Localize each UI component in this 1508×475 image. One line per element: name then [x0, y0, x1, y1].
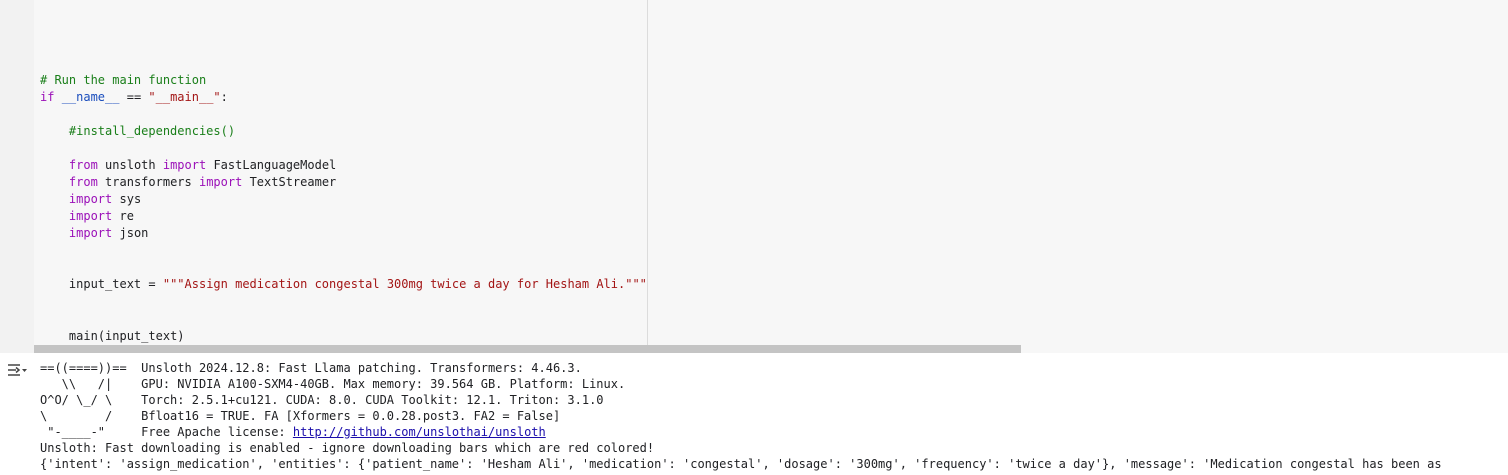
module-token: sys — [119, 192, 142, 206]
code-line-import-json: import json — [40, 225, 149, 242]
comment-token: #install_dependencies() — [68, 124, 236, 138]
code-line-import-sys: import sys — [40, 191, 141, 208]
unsloth-github-link[interactable]: http://github.com/unslothai/unsloth — [293, 425, 546, 439]
output-fast-download-line: Unsloth: Fast downloading is enabled - i… — [40, 441, 655, 455]
notebook-page: # Run the main function if __name__ == "… — [0, 0, 1508, 475]
operator-token: = — [148, 277, 156, 291]
banner-text: Free Apache license: — [141, 425, 293, 439]
keyword-token: from — [68, 158, 98, 172]
code-line-comment: # Run the main function — [40, 72, 206, 89]
output-banner-line: \\ /| GPU: NVIDIA A100-SXM4-40GB. Max me… — [40, 376, 626, 392]
name-token: TextStreamer — [249, 175, 337, 189]
keyword-token: import — [198, 175, 243, 189]
line-length-ruler — [647, 0, 648, 353]
comment-token: # Run the main function — [40, 73, 207, 87]
banner-art: \\ /| — [40, 377, 113, 391]
operator-token: == — [126, 90, 142, 104]
name-token: FastLanguageModel — [213, 158, 337, 172]
banner-art: O^O/ \_/ \ — [40, 393, 113, 407]
code-editor[interactable]: # Run the main function if __name__ == "… — [34, 0, 1508, 353]
output-banner-line: O^O/ \_/ \ Torch: 2.5.1+cu121. CUDA: 8.0… — [40, 392, 604, 408]
banner-art: "-____-" — [40, 425, 106, 439]
output-collapse-icon[interactable] — [6, 361, 28, 379]
keyword-token: import — [162, 158, 207, 172]
cell-gutter — [0, 0, 34, 353]
banner-art: ==((====))== — [40, 361, 127, 375]
banner-text: Torch: 2.5.1+cu121. CUDA: 8.0. CUDA Tool… — [141, 393, 604, 407]
output-result-line: {'intent': 'assign_medication', 'entitie… — [40, 457, 1442, 471]
horizontal-scrollbar[interactable] — [34, 345, 1021, 353]
module-token: json — [119, 226, 149, 240]
code-line-import-re: import re — [40, 208, 134, 225]
keyword-token: import — [68, 226, 113, 240]
keyword-token: import — [68, 209, 113, 223]
function-token: main — [68, 329, 98, 343]
code-cell[interactable]: # Run the main function if __name__ == "… — [0, 0, 1508, 353]
keyword-token: from — [68, 175, 98, 189]
output-banner-line: ==((====))== Unsloth 2024.12.8: Fast Lla… — [40, 360, 582, 376]
keyword-token: if — [40, 90, 55, 104]
banner-text: Unsloth 2024.12.8: Fast Llama patching. … — [141, 361, 582, 375]
module-token: unsloth — [105, 158, 156, 172]
module-token: transformers — [105, 175, 192, 189]
code-line-import-transformers: from transformers import TextStreamer — [40, 174, 336, 191]
string-token: "__main__" — [148, 90, 221, 104]
banner-text: Bfloat16 = TRUE. FA [Xformers = 0.0.28.p… — [141, 409, 561, 423]
paren-token: ( — [97, 329, 106, 343]
code-line-if: if __name__ == "__main__": — [40, 89, 228, 106]
variable-token: input_text — [68, 277, 142, 291]
output-banner-line: \ / Bfloat16 = TRUE. FA [Xformers = 0.0.… — [40, 408, 560, 424]
argument-token: input_text — [105, 329, 178, 343]
cell-output: ==((====))== Unsloth 2024.12.8: Fast Lla… — [0, 353, 1508, 475]
banner-art: \ / — [40, 409, 113, 423]
code-line-import-unsloth: from unsloth import FastLanguageModel — [40, 157, 336, 174]
code-line-input-text: input_text = """Assign medication conges… — [40, 276, 647, 293]
dunder-token: __name__ — [61, 90, 120, 104]
keyword-token: import — [68, 192, 113, 206]
code-line-install-comment: #install_dependencies() — [40, 123, 235, 140]
code-line-main-call: main(input_text) — [40, 328, 185, 345]
colon-token: : — [220, 90, 228, 104]
string-token: """Assign medication congestal 300mg twi… — [162, 277, 647, 291]
module-token: re — [119, 209, 134, 223]
banner-text: GPU: NVIDIA A100-SXM4-40GB. Max memory: … — [141, 377, 626, 391]
output-banner-line: "-____-" Free Apache license: http://git… — [40, 424, 546, 440]
paren-token: ) — [177, 329, 185, 343]
